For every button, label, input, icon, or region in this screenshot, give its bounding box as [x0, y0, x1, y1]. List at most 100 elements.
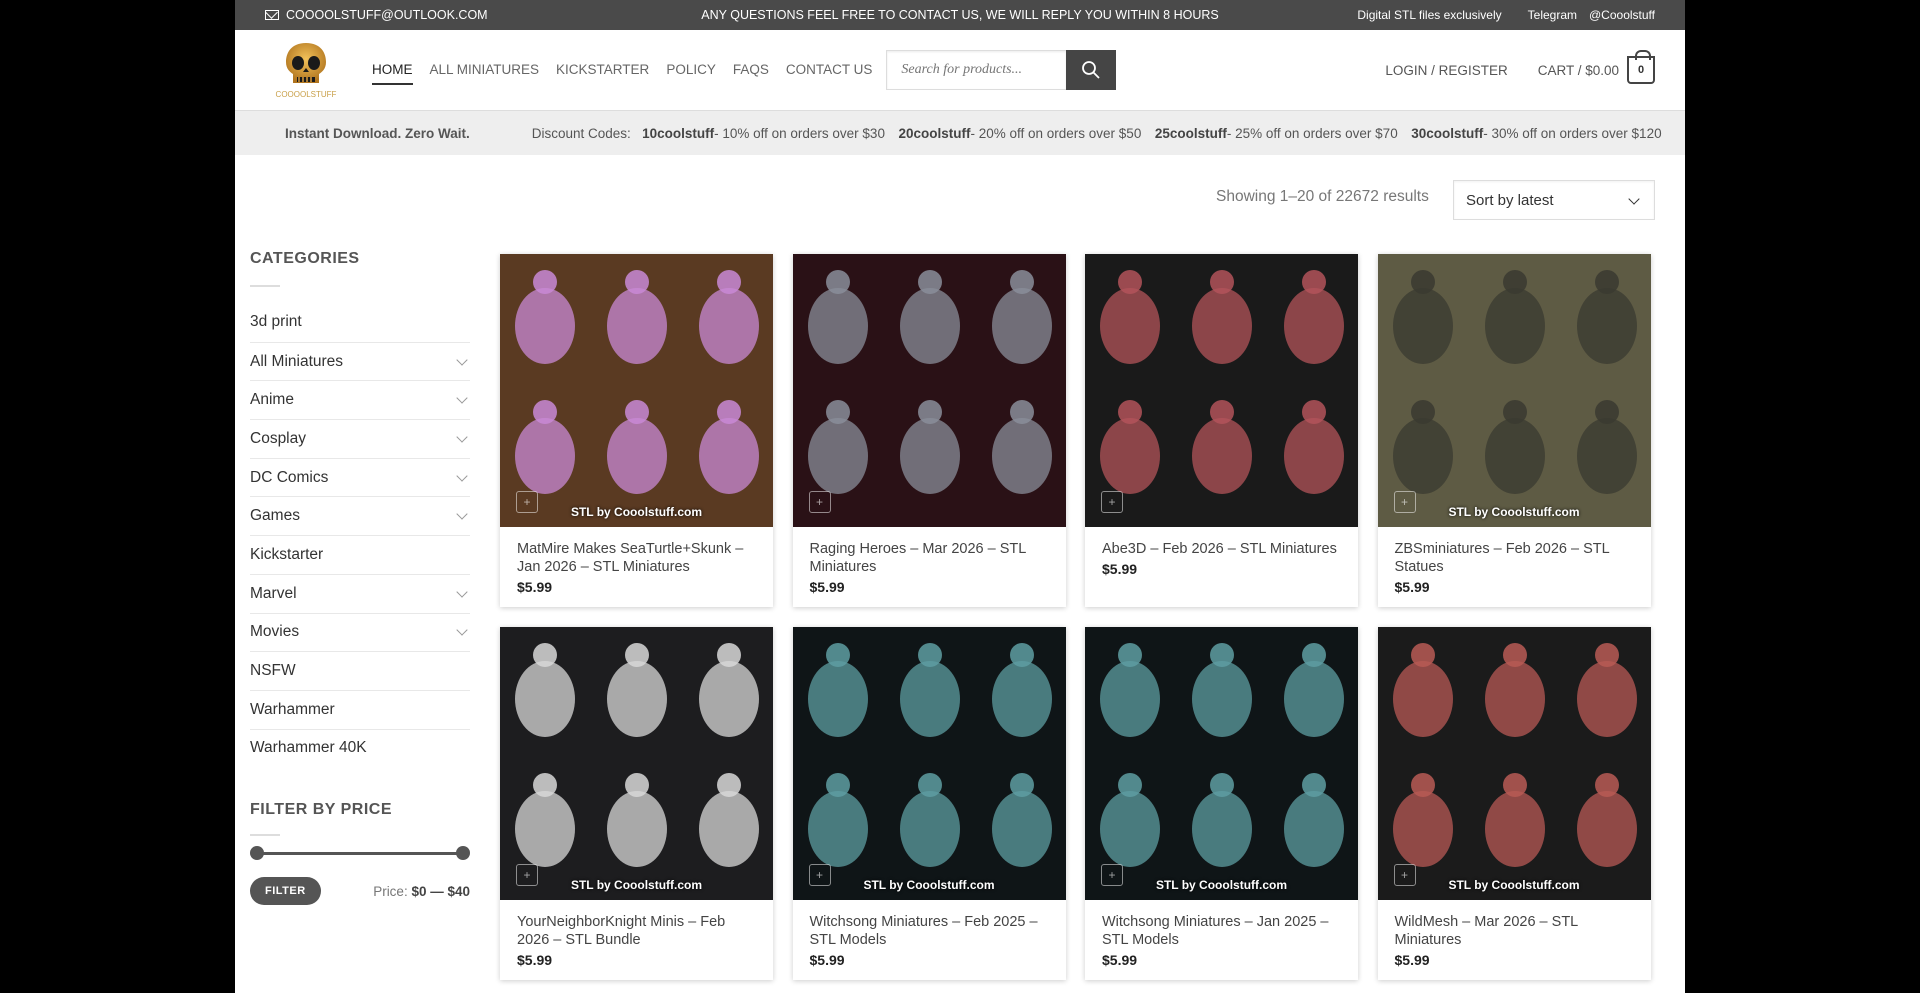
product-card[interactable]: STL by Cooolstuff.com + MatMire Makes SeaT… — [500, 254, 773, 607]
chevron-down-icon[interactable] — [456, 585, 468, 598]
discount-desc-1: - 10% off on orders over $30 — [714, 125, 899, 141]
cart-total: CART / $0.00 — [1537, 62, 1619, 78]
category-label: Marvel — [250, 584, 297, 602]
product-card[interactable]: + Raging Heroes – Mar 2026 – STL Miniatur… — [792, 254, 1066, 607]
price-slider[interactable] — [250, 846, 470, 861]
product-image[interactable]: + — [792, 254, 1066, 527]
product-price: $5.99 — [517, 952, 553, 968]
price-filter-title: FILTER BY PRICE — [250, 801, 393, 819]
product-image[interactable]: STL by Cooolstuff.com + — [1377, 254, 1651, 527]
contact-email[interactable]: COOOOLSTUFF@OUTLOOK.COM — [265, 8, 488, 22]
category-item[interactable]: Anime — [250, 380, 470, 419]
category-item[interactable]: 3d print — [250, 303, 470, 342]
category-item[interactable]: NSFW — [250, 651, 470, 690]
category-item[interactable]: Warhammer 40K — [250, 728, 470, 768]
product-image[interactable]: STL by Cooolstuff.com + — [1377, 627, 1651, 900]
search-input[interactable] — [886, 50, 1067, 90]
top-notice: ANY QUESTIONS FEEL FREE TO CONTACT US, W… — [701, 8, 1219, 22]
cart-count: 0 — [1637, 64, 1645, 76]
quick-add-icon[interactable]: + — [1101, 491, 1123, 513]
category-item[interactable]: All Miniatures — [250, 341, 470, 381]
product-title[interactable]: ZBSminiatures – Feb 2026 – STL Statues — [1395, 540, 1634, 576]
product-info: WildMesh – Mar 2026 – STL Miniatures $5.9… — [1378, 900, 1651, 980]
category-item[interactable]: Movies — [250, 612, 470, 652]
product-title[interactable]: WildMesh – Mar 2026 – STL Miniatures — [1395, 913, 1634, 949]
product-title[interactable]: Witchsong Miniatures – Jan 2025 – STL Mo… — [1102, 913, 1341, 949]
product-image[interactable]: STL by Cooolstuff.com + — [1085, 627, 1358, 900]
chevron-down-icon[interactable] — [456, 431, 468, 443]
slider-handle-min[interactable] — [250, 846, 264, 861]
login-register-link[interactable]: LOGIN / REGISTER — [1385, 63, 1507, 78]
product-image[interactable]: STL by Cooolstuff.com + — [500, 254, 773, 527]
product-info: Witchsong Miniatures – Feb 2025 – STL Mo… — [793, 900, 1066, 980]
product-info: MatMire Makes SeaTurtle+Skunk – Jan 2026… — [500, 527, 773, 607]
quick-add-icon[interactable]: + — [1393, 491, 1416, 513]
product-card[interactable]: STL by Cooolstuff.com + Witchsong Miniatur… — [792, 627, 1066, 980]
product-title[interactable]: Abe3D – Feb 2026 – STL Miniatures — [1102, 540, 1341, 558]
nav-all-miniatures[interactable]: ALL MINIATURES — [430, 56, 540, 85]
category-list: 3d print All Miniatures Anime Cosplay DC Com… — [250, 303, 470, 767]
category-item[interactable]: Warhammer — [250, 689, 470, 729]
product-card[interactable]: + Abe3D – Feb 2026 – STL Miniatures $5.99 — [1085, 254, 1358, 607]
product-image[interactable]: STL by Cooolstuff.com + — [792, 627, 1066, 900]
product-card[interactable]: STL by Cooolstuff.com + WildMesh – Mar 202… — [1377, 627, 1651, 980]
slider-track — [256, 852, 464, 856]
sort-value: Sort by latest — [1466, 191, 1554, 209]
product-title[interactable]: Raging Heroes – Mar 2026 – STL Miniature… — [810, 540, 1049, 576]
discount-code-3: 25coolstuff — [1154, 125, 1227, 141]
category-item[interactable]: DC Comics — [250, 457, 470, 497]
price-range-value: $0 — $40 — [411, 883, 470, 899]
filter-button[interactable]: FILTER — [250, 877, 321, 906]
product-info: Abe3D – Feb 2026 – STL Miniatures $5.99 — [1085, 527, 1358, 589]
quick-add-icon[interactable]: + — [808, 491, 831, 513]
quick-add-icon[interactable]: + — [1393, 864, 1416, 886]
nav-faqs[interactable]: FAQS — [733, 56, 769, 85]
cart-link[interactable]: CART / $0.00 0 — [1537, 50, 1655, 84]
chevron-down-icon[interactable] — [456, 508, 468, 520]
nav-kickstarter[interactable]: KICKSTARTER — [556, 56, 649, 85]
nav-contact[interactable]: CONTACT US — [786, 56, 873, 85]
product-card[interactable]: STL by Cooolstuff.com + YourNeighborKnight… — [500, 627, 773, 980]
product-price: $5.99 — [517, 579, 553, 595]
category-item[interactable]: Cosplay — [250, 419, 470, 458]
slider-handle-max[interactable] — [456, 846, 470, 861]
quick-add-icon[interactable]: + — [516, 491, 538, 513]
email-text: COOOOLSTUFF@OUTLOOK.COM — [286, 8, 488, 22]
quick-add-icon[interactable]: + — [1101, 864, 1123, 886]
product-price: $5.99 — [809, 579, 845, 595]
top-link-digital[interactable]: Digital STL files exclusively — [1357, 8, 1501, 22]
product-card[interactable]: STL by Cooolstuff.com + Witchsong Miniatur… — [1085, 627, 1358, 980]
product-art — [1100, 643, 1344, 867]
quick-add-icon[interactable]: + — [516, 864, 538, 886]
product-price: $5.99 — [1102, 952, 1138, 968]
category-label: Cosplay — [250, 429, 306, 447]
product-image[interactable]: + — [1085, 254, 1358, 527]
watermark-text: STL by Cooolstuff.com — [863, 878, 995, 892]
chevron-down-icon[interactable] — [456, 624, 468, 637]
chevron-down-icon[interactable] — [456, 392, 468, 404]
discount-desc-4: - 30% off on orders over $120 — [1483, 125, 1662, 141]
chevron-down-icon[interactable] — [456, 353, 468, 366]
product-card[interactable]: STL by Cooolstuff.com + ZBSminiatures – Fe… — [1377, 254, 1651, 607]
category-item[interactable]: Games — [250, 496, 470, 535]
chevron-down-icon[interactable] — [456, 469, 468, 482]
product-title[interactable]: Witchsong Miniatures – Feb 2025 – STL Mo… — [810, 913, 1049, 949]
site-logo[interactable]: COOOOLSTUFF — [270, 38, 342, 102]
discount-code-1: 10coolstuff — [642, 125, 715, 141]
category-item[interactable]: Kickstarter — [250, 535, 470, 574]
product-title[interactable]: YourNeighborKnight Minis – Feb 2026 – ST… — [517, 913, 756, 949]
top-link-telegram[interactable]: Telegram @Cooolstuff — [1528, 8, 1655, 22]
quick-add-icon[interactable]: + — [808, 864, 831, 886]
category-label: Games — [250, 507, 300, 525]
nav-home[interactable]: HOME — [372, 56, 413, 85]
category-label: DC Comics — [250, 468, 329, 486]
category-label: Warhammer 40K — [250, 739, 367, 757]
nav-policy[interactable]: POLICY — [666, 56, 716, 85]
search-button[interactable] — [1066, 50, 1117, 90]
category-label: Warhammer — [250, 700, 335, 718]
product-title[interactable]: MatMire Makes SeaTurtle+Skunk – Jan 2026… — [517, 540, 756, 576]
category-item[interactable]: Marvel — [250, 573, 470, 613]
sort-select[interactable]: Sort by latest — [1453, 180, 1655, 220]
product-image[interactable]: STL by Cooolstuff.com + — [500, 627, 773, 900]
category-label: 3d print — [250, 313, 302, 331]
